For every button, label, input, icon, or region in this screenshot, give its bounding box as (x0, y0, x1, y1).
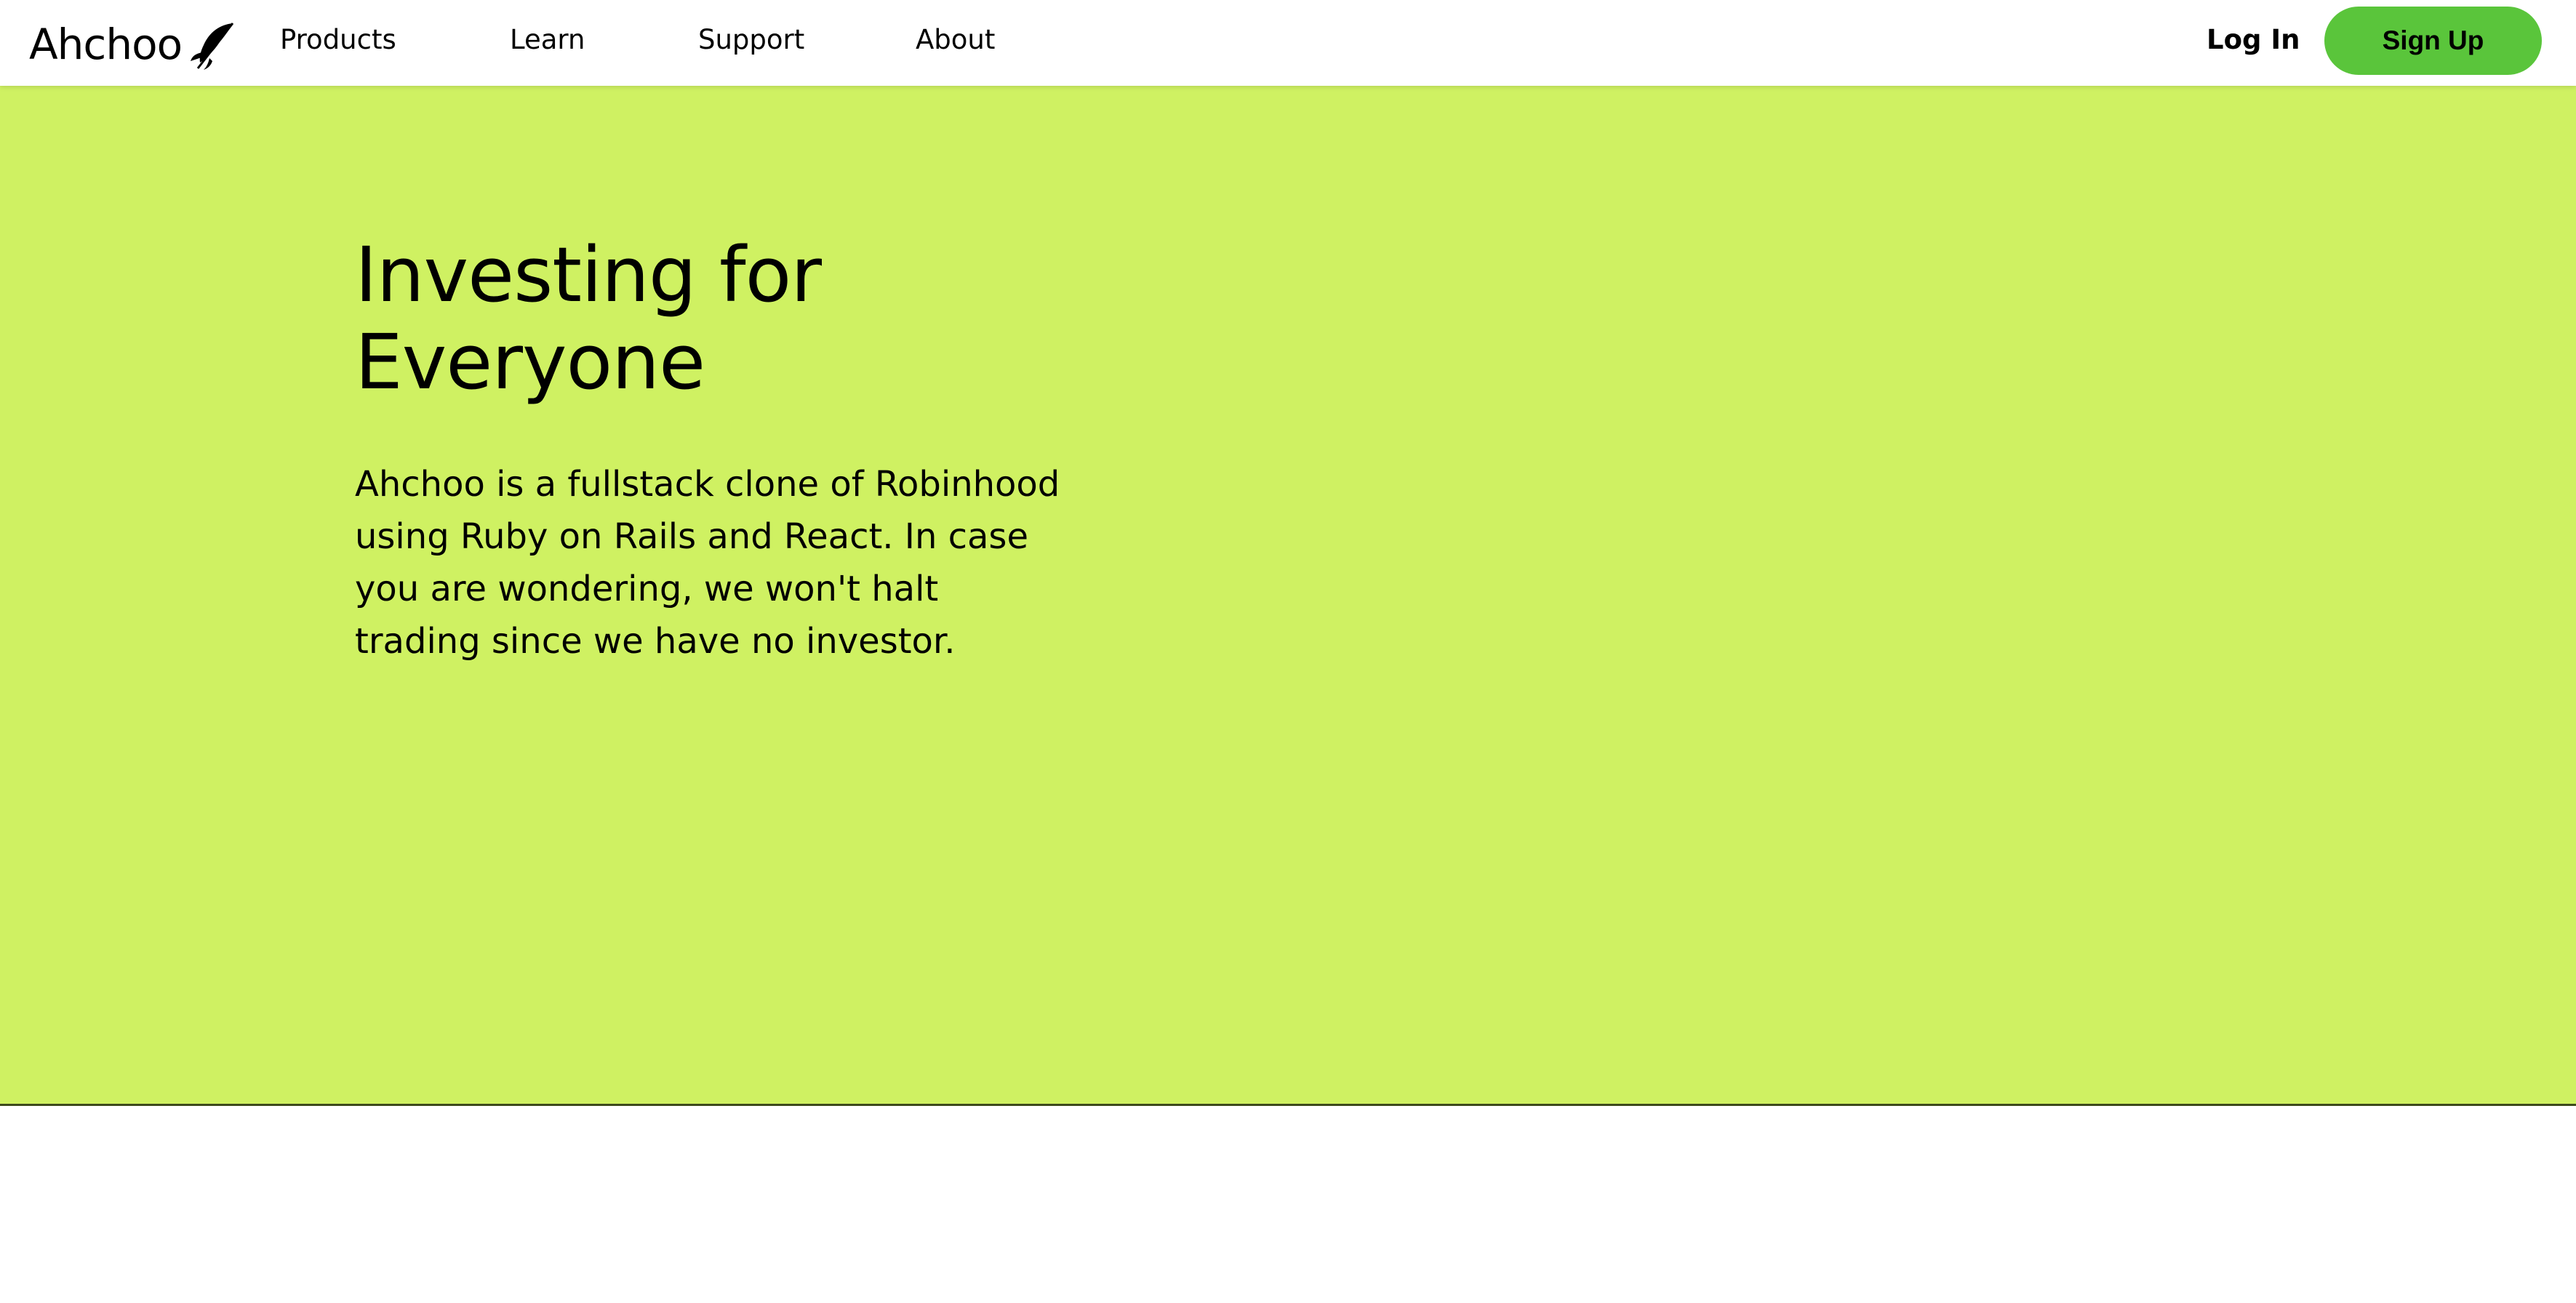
login-link[interactable]: Log In (2207, 22, 2300, 58)
nav-about[interactable]: About (916, 22, 995, 58)
hero-title: Investing for Everyone (355, 231, 1009, 406)
feather-rocket-icon (191, 23, 234, 70)
nav-support[interactable]: Support (698, 22, 804, 58)
lower-section (0, 1106, 2576, 1303)
hero-title-line-1: Investing for (355, 230, 822, 319)
hero-title-line-2: Everyone (355, 318, 705, 406)
top-navbar: Ahchoo Products Learn Support About Log … (0, 0, 2576, 86)
hero-section: Investing for Everyone Ahchoo is a fulls… (0, 86, 2576, 1106)
nav-learn[interactable]: Learn (510, 22, 585, 58)
brand-name: Ahchoo (29, 20, 183, 69)
brand-logo-link[interactable]: Ahchoo (29, 12, 236, 77)
page: Ahchoo Products Learn Support About Log … (0, 0, 2576, 1303)
signup-button[interactable]: Sign Up (2324, 7, 2542, 75)
nav-products[interactable]: Products (280, 22, 396, 58)
hero-description: Ahchoo is a fullstack clone of Robinhood… (355, 464, 1060, 662)
